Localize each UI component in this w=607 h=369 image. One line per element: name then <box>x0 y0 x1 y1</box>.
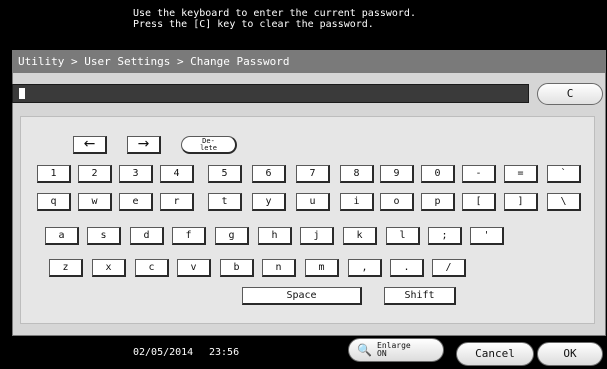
key[interactable]: / <box>432 259 466 277</box>
text-cursor <box>19 88 25 99</box>
enlarge-button[interactable]: 🔍 Enlarge ON <box>348 338 444 362</box>
key[interactable]: 9 <box>380 165 414 183</box>
status-date: 02/05/2014 <box>133 347 194 358</box>
instruction-line-2: Press the [C] key to clear the password. <box>133 19 374 30</box>
key[interactable]: v <box>177 259 211 277</box>
key[interactable]: . <box>390 259 424 277</box>
key[interactable]: 0 <box>421 165 455 183</box>
key[interactable]: 1 <box>37 165 71 183</box>
key[interactable]: y <box>252 193 286 211</box>
key[interactable]: 6 <box>252 165 286 183</box>
shift-key[interactable]: Shift <box>384 287 456 305</box>
key[interactable]: d <box>130 227 164 245</box>
key[interactable]: ` <box>547 165 581 183</box>
key[interactable]: i <box>340 193 374 211</box>
magnifier-icon: 🔍 <box>357 343 372 357</box>
ok-button[interactable]: OK <box>537 342 603 366</box>
breadcrumb: Utility > User Settings > Change Passwor… <box>12 51 606 73</box>
password-field[interactable] <box>12 84 529 103</box>
space-key[interactable]: Space <box>242 287 362 305</box>
key[interactable]: l <box>386 227 420 245</box>
key[interactable]: w <box>78 193 112 211</box>
key[interactable]: 5 <box>208 165 242 183</box>
enlarge-label: Enlarge ON <box>377 342 411 358</box>
key[interactable]: ; <box>428 227 462 245</box>
key[interactable]: b <box>220 259 254 277</box>
key[interactable]: x <box>92 259 126 277</box>
key[interactable]: k <box>343 227 377 245</box>
key[interactable]: a <box>45 227 79 245</box>
clear-button[interactable]: C <box>537 83 603 105</box>
key[interactable]: = <box>504 165 538 183</box>
key[interactable]: ' <box>470 227 504 245</box>
key[interactable]: 3 <box>119 165 153 183</box>
left-arrow-key[interactable]: ← <box>73 136 107 154</box>
key[interactable]: c <box>135 259 169 277</box>
key[interactable]: z <box>49 259 83 277</box>
key[interactable]: - <box>462 165 496 183</box>
right-arrow-key[interactable]: → <box>127 136 161 154</box>
key[interactable]: 7 <box>296 165 330 183</box>
delete-key[interactable]: De-lete <box>181 136 237 154</box>
key[interactable]: \ <box>547 193 581 211</box>
key[interactable]: n <box>262 259 296 277</box>
key[interactable]: j <box>300 227 334 245</box>
key[interactable]: e <box>119 193 153 211</box>
key[interactable]: 8 <box>340 165 374 183</box>
key[interactable]: p <box>421 193 455 211</box>
key[interactable]: m <box>305 259 339 277</box>
instruction-line-1: Use the keyboard to enter the current pa… <box>133 8 416 19</box>
key[interactable]: f <box>172 227 206 245</box>
key[interactable]: [ <box>462 193 496 211</box>
key[interactable]: s <box>87 227 121 245</box>
key[interactable]: o <box>380 193 414 211</box>
enlarge-label-2: ON <box>377 349 387 358</box>
instruction-message: Use the keyboard to enter the current pa… <box>133 8 416 30</box>
key[interactable]: h <box>258 227 292 245</box>
key[interactable]: 4 <box>160 165 194 183</box>
key[interactable]: g <box>215 227 249 245</box>
key[interactable]: u <box>296 193 330 211</box>
key[interactable]: q <box>37 193 71 211</box>
key[interactable]: 2 <box>78 165 112 183</box>
key[interactable]: r <box>160 193 194 211</box>
key[interactable]: t <box>208 193 242 211</box>
status-time: 23:56 <box>209 347 240 358</box>
key[interactable]: ] <box>504 193 538 211</box>
cancel-button[interactable]: Cancel <box>456 342 534 366</box>
delete-label-2: lete <box>200 144 217 152</box>
key[interactable]: , <box>348 259 382 277</box>
